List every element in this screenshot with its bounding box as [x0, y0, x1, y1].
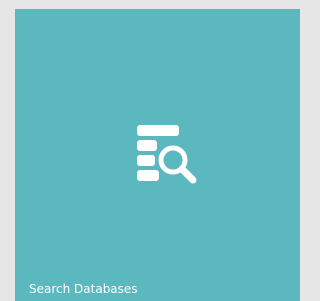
start-screen: Search Databases	[0, 0, 300, 301]
tile-label: Search Databases	[29, 282, 138, 296]
left-edge-strip	[0, 0, 15, 301]
database-search-icon	[135, 123, 199, 187]
search-databases-tile[interactable]: Search Databases	[15, 9, 300, 301]
